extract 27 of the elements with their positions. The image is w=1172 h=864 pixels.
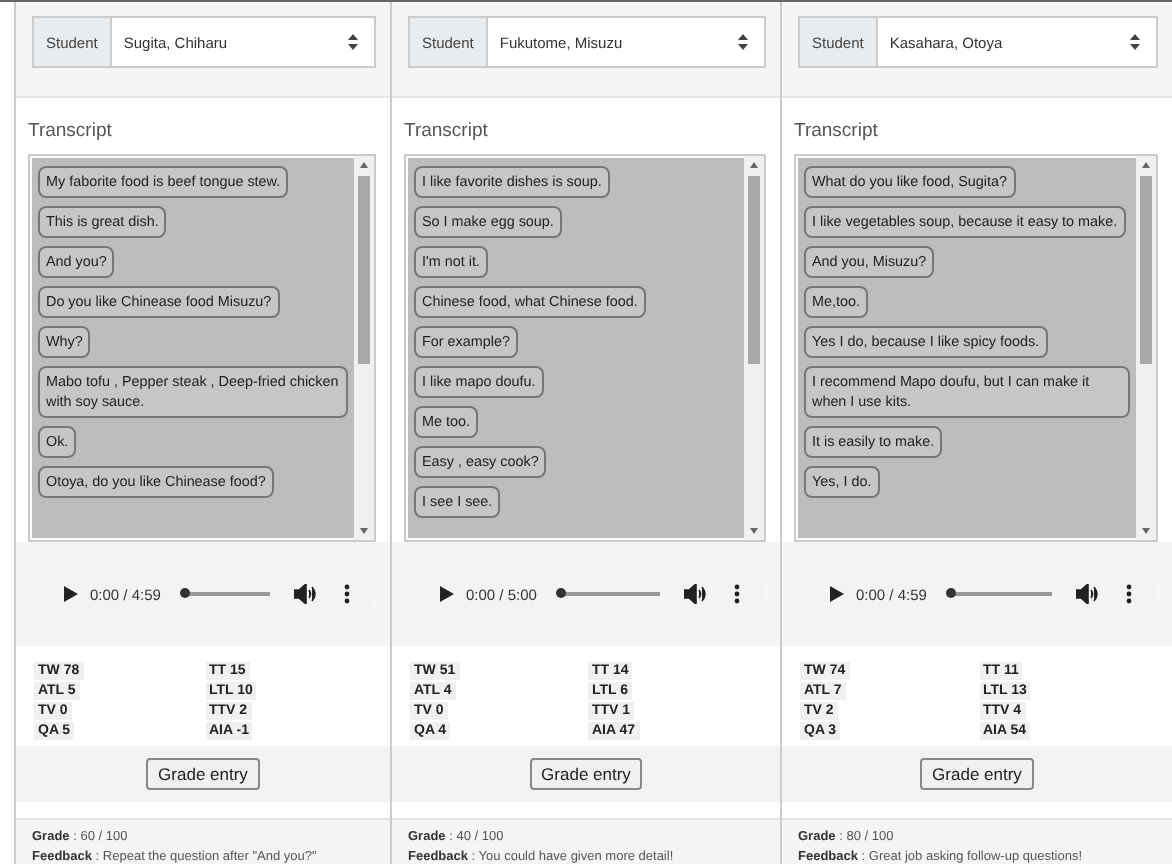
scroll-up-icon[interactable] bbox=[748, 160, 760, 170]
volume-icon[interactable] bbox=[294, 584, 316, 604]
scroll-down-icon[interactable] bbox=[358, 526, 370, 536]
scrollbar[interactable] bbox=[744, 156, 764, 540]
scrollbar[interactable] bbox=[354, 156, 374, 540]
scroll-down-icon[interactable] bbox=[1140, 526, 1152, 536]
grade-entry-button[interactable]: Grade entry bbox=[146, 758, 260, 790]
more-icon[interactable] bbox=[734, 584, 740, 604]
sort-arrows-icon bbox=[348, 34, 358, 50]
play-icon[interactable] bbox=[64, 586, 78, 602]
volume-icon[interactable] bbox=[684, 584, 706, 604]
transcript-title: Transcript bbox=[794, 120, 878, 142]
grade-entry-button[interactable]: Grade entry bbox=[920, 758, 1034, 790]
scroll-up-icon[interactable] bbox=[1140, 160, 1152, 170]
volume-icon[interactable] bbox=[1076, 584, 1098, 604]
play-icon[interactable] bbox=[830, 586, 844, 602]
grade-entry-button[interactable]: Grade entry bbox=[529, 758, 643, 790]
scroll-down-icon[interactable] bbox=[748, 526, 760, 536]
more-icon[interactable] bbox=[1126, 584, 1132, 604]
play-icon[interactable] bbox=[440, 586, 454, 602]
scroll-up-icon[interactable] bbox=[358, 160, 370, 170]
more-icon[interactable] bbox=[344, 584, 350, 604]
transcript-title: Transcript bbox=[404, 120, 488, 142]
sort-arrows-icon bbox=[1130, 34, 1140, 50]
sort-arrows-icon bbox=[738, 34, 748, 50]
scrollbar[interactable] bbox=[1136, 156, 1156, 540]
transcript-title: Transcript bbox=[28, 120, 112, 142]
